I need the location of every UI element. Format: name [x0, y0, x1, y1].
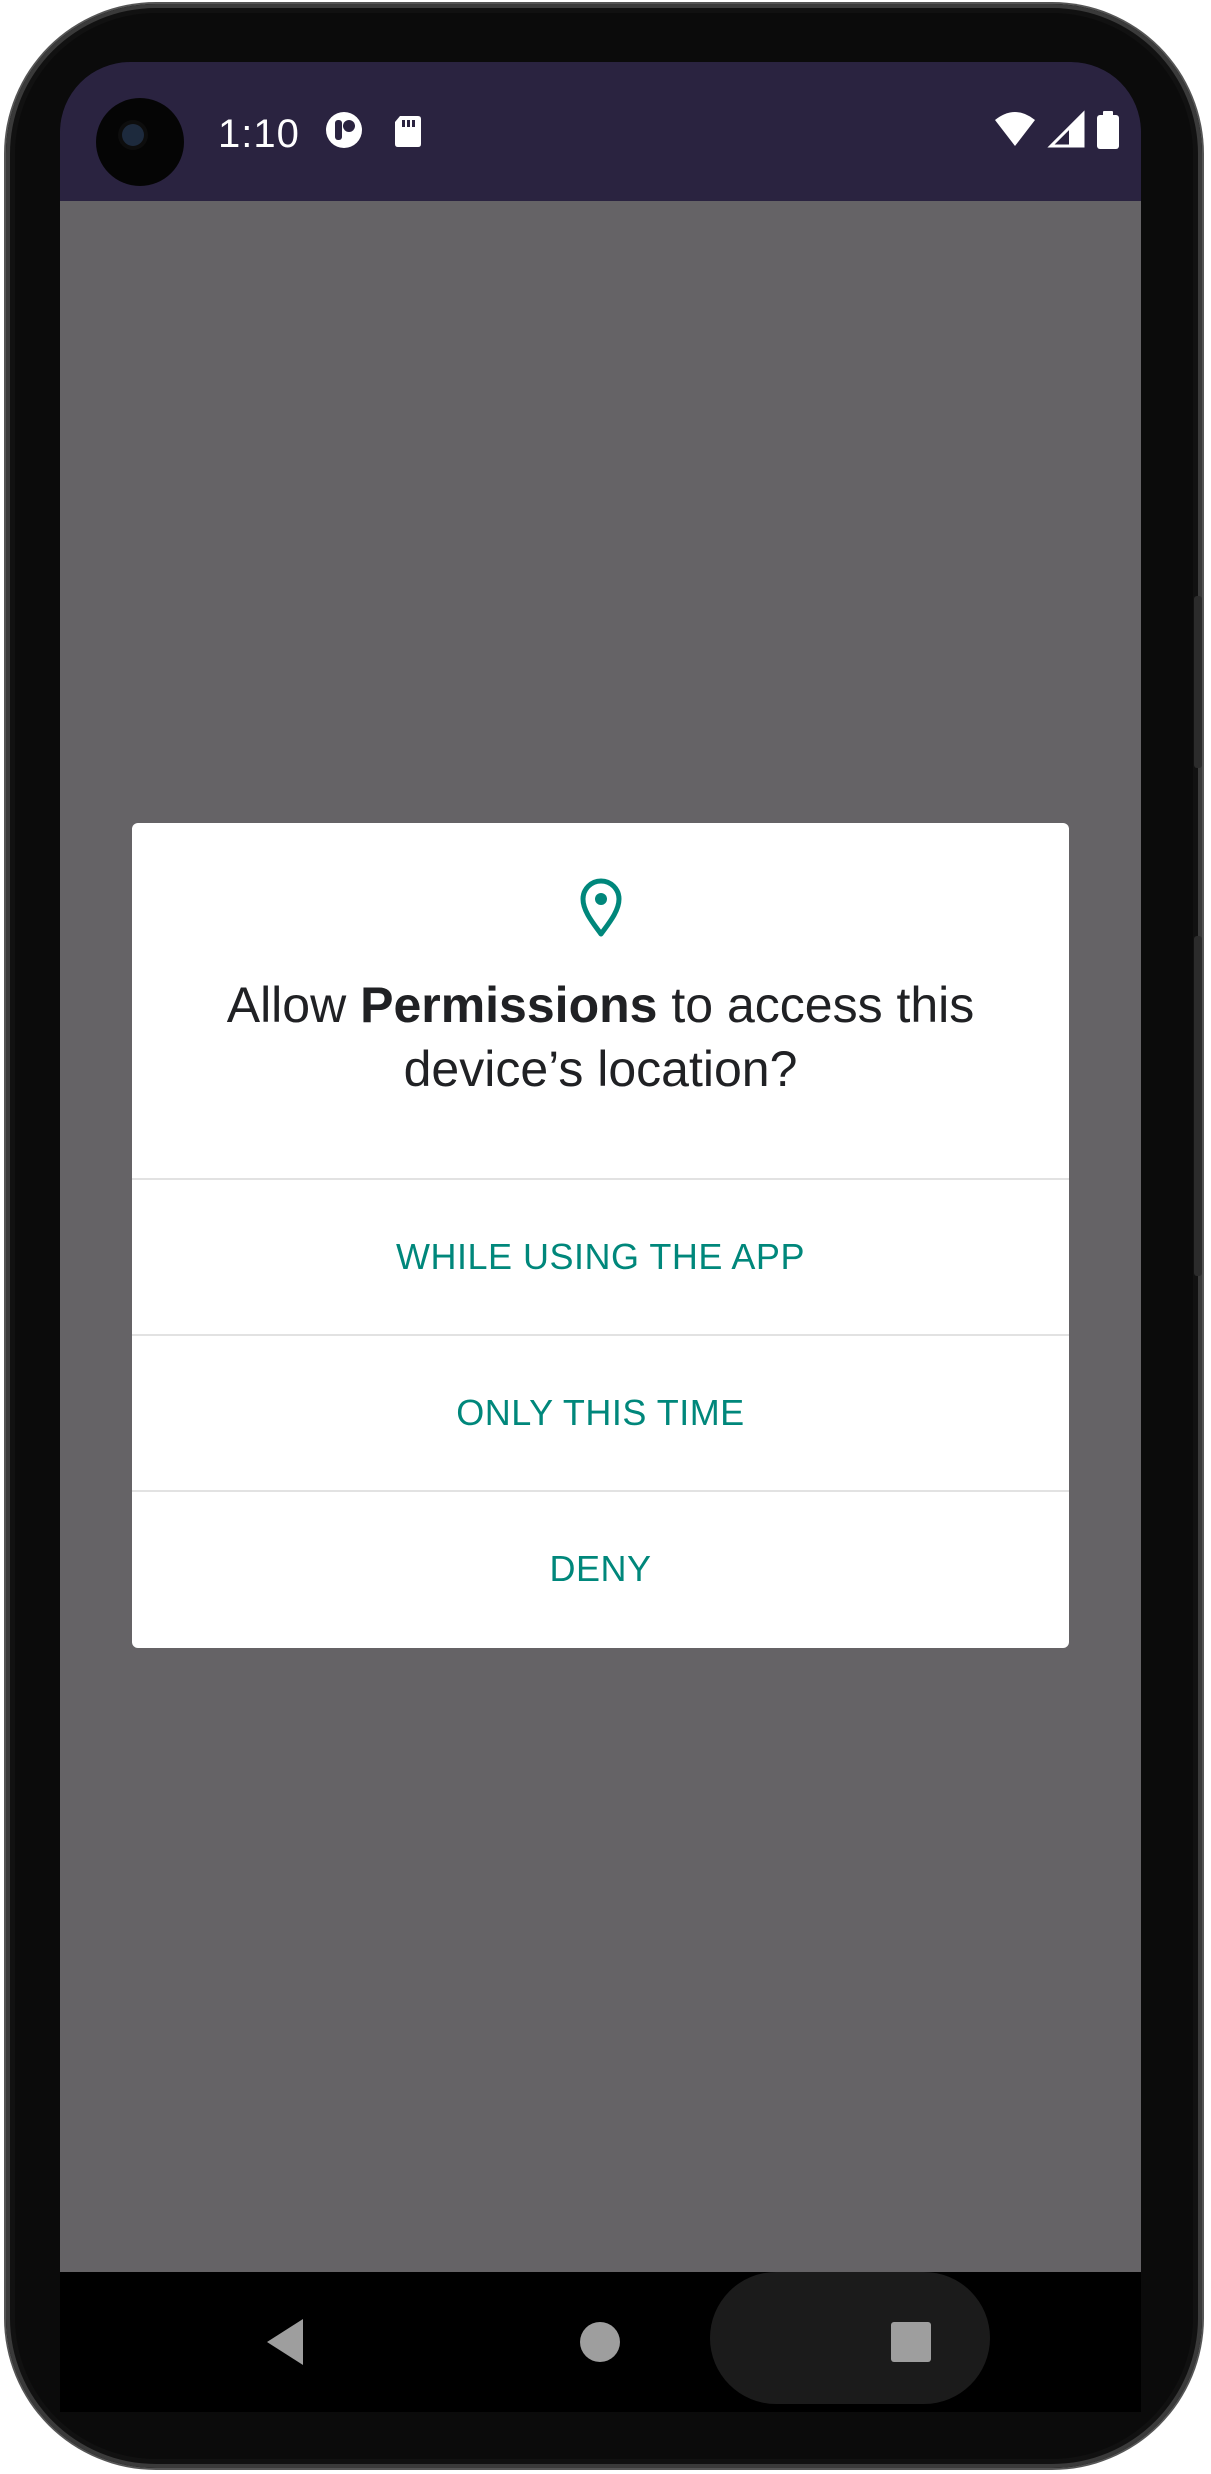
dialog-header: Allow Permissions to access this device’…	[132, 823, 1069, 1179]
cellular-signal-icon	[1047, 110, 1085, 155]
only-this-time-button[interactable]: ONLY THIS TIME	[132, 1336, 1069, 1490]
title-prefix: Allow	[226, 977, 361, 1033]
battery-icon	[1095, 110, 1121, 155]
status-clock: 1:10	[218, 112, 300, 156]
location-pin-icon	[579, 877, 623, 937]
power-button	[1194, 936, 1202, 1276]
back-icon[interactable]	[245, 2302, 325, 2382]
wifi-icon	[993, 110, 1037, 155]
home-icon[interactable]	[560, 2302, 640, 2382]
status-right-icons	[993, 110, 1121, 155]
title-app-name: Permissions	[360, 977, 658, 1033]
deny-button[interactable]: DENY	[132, 1492, 1069, 1646]
volume-button	[1194, 596, 1202, 768]
sd-card-icon	[388, 110, 428, 150]
camera-cutout	[96, 98, 184, 186]
status-bar: 1:10	[60, 62, 1141, 201]
app-notification-icon	[324, 110, 364, 150]
dialog-title: Allow Permissions to access this device’…	[172, 973, 1029, 1101]
while-using-app-button[interactable]: WHILE USING THE APP	[132, 1180, 1069, 1334]
recents-icon[interactable]	[871, 2302, 951, 2382]
permission-dialog: Allow Permissions to access this device’…	[132, 823, 1069, 1648]
